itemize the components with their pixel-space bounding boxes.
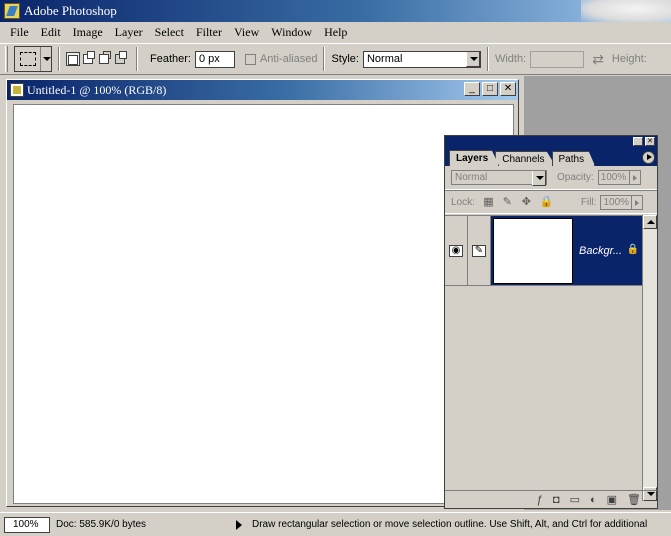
photoshop-app-icon	[4, 3, 20, 19]
zoom-level-input[interactable]: 100%	[4, 516, 50, 533]
lock-transparent-pixels-icon[interactable]: ▦	[483, 196, 494, 208]
layers-palette: ✕ Layers Channels Paths Normal Opacity: …	[444, 135, 658, 509]
layer-style-icon[interactable]: ƒ	[537, 494, 543, 506]
palette-tabs: Layers Channels Paths	[445, 148, 657, 166]
layer-selected[interactable]: Backgr... 🔒	[491, 216, 643, 285]
chevron-down-icon	[465, 51, 480, 67]
intersect-selection-icon[interactable]	[114, 51, 128, 66]
layer-name: Backgr...	[579, 244, 622, 257]
options-bar-grip[interactable]	[5, 46, 8, 72]
opacity-arrow-icon[interactable]	[629, 170, 641, 185]
layer-row[interactable]: ◉ ✎ Backgr... 🔒	[445, 216, 643, 286]
minimize-button[interactable]: _	[464, 82, 480, 96]
width-input[interactable]	[530, 50, 585, 68]
menu-image[interactable]: Image	[67, 25, 109, 40]
status-bar: 100% Doc: 585.9K/0 bytes Draw rectangula…	[0, 512, 671, 536]
anti-aliased-checkbox[interactable]	[244, 53, 256, 65]
app-title: Adobe Photoshop	[24, 3, 117, 18]
adjustment-layer-icon[interactable]: ◐	[590, 494, 597, 506]
palette-footer: ƒ ◘ ▭ ◐ ▣ 🗑	[445, 490, 657, 508]
tab-paths[interactable]: Paths	[551, 151, 596, 166]
width-label: Width:	[494, 53, 527, 65]
new-selection-icon[interactable]	[66, 52, 80, 66]
scroll-up-icon[interactable]	[643, 215, 657, 229]
status-message: Draw rectangular selection or move selec…	[252, 519, 648, 530]
blend-row: Normal Opacity: 100%	[445, 166, 657, 190]
fill-label: Fill:	[580, 196, 597, 208]
new-group-icon[interactable]: ▭	[570, 493, 580, 506]
layer-thumbnail	[493, 217, 573, 284]
layers-list: ◉ ✎ Backgr... 🔒	[445, 215, 643, 501]
menu-help[interactable]: Help	[318, 25, 353, 40]
palette-close-icon[interactable]: ✕	[645, 137, 655, 146]
document-title-bar[interactable]: Untitled-1 @ 100% (RGB/8) _ □ ✕	[7, 80, 518, 100]
menu-layer[interactable]: Layer	[109, 25, 149, 40]
options-bar: Feather: 0 px Anti-aliased Style: Normal…	[0, 43, 671, 75]
blend-mode-select[interactable]: Normal	[451, 170, 547, 186]
app-title-bar: Adobe Photoshop	[0, 0, 671, 22]
tab-layers[interactable]: Layers	[449, 150, 500, 166]
new-layer-icon[interactable]: ▣	[607, 493, 617, 506]
doc-info: Doc: 585.9K/0 bytes	[56, 519, 147, 530]
menu-bar: File Edit Image Layer Select Filter View…	[0, 22, 671, 42]
menu-window[interactable]: Window	[265, 25, 318, 40]
feather-label: Feather:	[150, 53, 191, 65]
palette-menu-icon[interactable]	[642, 151, 655, 164]
palette-title-bar[interactable]: ✕	[445, 136, 657, 148]
lock-icon: 🔒	[626, 244, 639, 255]
blend-mode-value: Normal	[455, 172, 488, 183]
swap-arrows-icon[interactable]: ⇄	[592, 51, 604, 68]
brush-icon[interactable]: ✎	[472, 244, 486, 257]
lock-row: Lock: ▦ ✎ ✥ 🔒 Fill: 100%	[445, 190, 657, 214]
menu-select[interactable]: Select	[149, 25, 190, 40]
document-title: Untitled-1 @ 100% (RGB/8)	[27, 82, 167, 97]
menu-file[interactable]: File	[0, 25, 35, 40]
rectangular-marquee-icon	[20, 52, 36, 66]
close-button[interactable]: ✕	[500, 82, 516, 96]
style-select-value: Normal	[366, 53, 403, 65]
opacity-input[interactable]: 100%	[597, 170, 630, 185]
layer-mask-icon[interactable]: ◘	[553, 494, 560, 506]
document-window: Untitled-1 @ 100% (RGB/8) _ □ ✕	[6, 79, 519, 507]
add-to-selection-icon[interactable]	[82, 51, 96, 66]
document-icon	[10, 83, 24, 97]
anti-aliased-label: Anti-aliased	[259, 53, 318, 65]
tab-channels[interactable]: Channels	[495, 151, 556, 166]
subtract-from-selection-icon[interactable]	[98, 51, 112, 66]
eye-icon[interactable]: ◉	[449, 244, 463, 257]
height-label: Height:	[611, 53, 647, 65]
fill-input[interactable]: 100%	[600, 194, 633, 210]
lock-position-icon[interactable]: ✥	[521, 196, 532, 208]
palette-minimize-icon[interactable]	[633, 137, 643, 146]
lock-label: Lock:	[451, 196, 475, 208]
opacity-label: Opacity:	[557, 172, 594, 183]
chevron-down-icon	[532, 171, 546, 186]
fill-arrow-icon[interactable]	[632, 194, 644, 210]
menu-edit[interactable]: Edit	[35, 25, 67, 40]
trash-icon[interactable]: 🗑	[627, 493, 641, 506]
maximize-button[interactable]: □	[482, 82, 498, 96]
status-menu-arrow-icon[interactable]	[236, 519, 242, 530]
layers-scrollbar[interactable]	[642, 215, 657, 501]
style-select[interactable]: Normal	[362, 50, 481, 68]
chevron-down-icon	[43, 57, 51, 61]
lock-image-pixels-icon[interactable]: ✎	[502, 196, 513, 208]
menu-filter[interactable]: Filter	[190, 25, 228, 40]
tool-preset-picker[interactable]	[14, 46, 52, 72]
lock-all-icon[interactable]: 🔒	[540, 196, 554, 208]
style-label: Style:	[331, 53, 359, 65]
image-canvas[interactable]	[13, 104, 514, 504]
title-bar-glow	[581, 0, 671, 22]
feather-input[interactable]: 0 px	[194, 50, 235, 68]
menu-view[interactable]: View	[228, 25, 265, 40]
